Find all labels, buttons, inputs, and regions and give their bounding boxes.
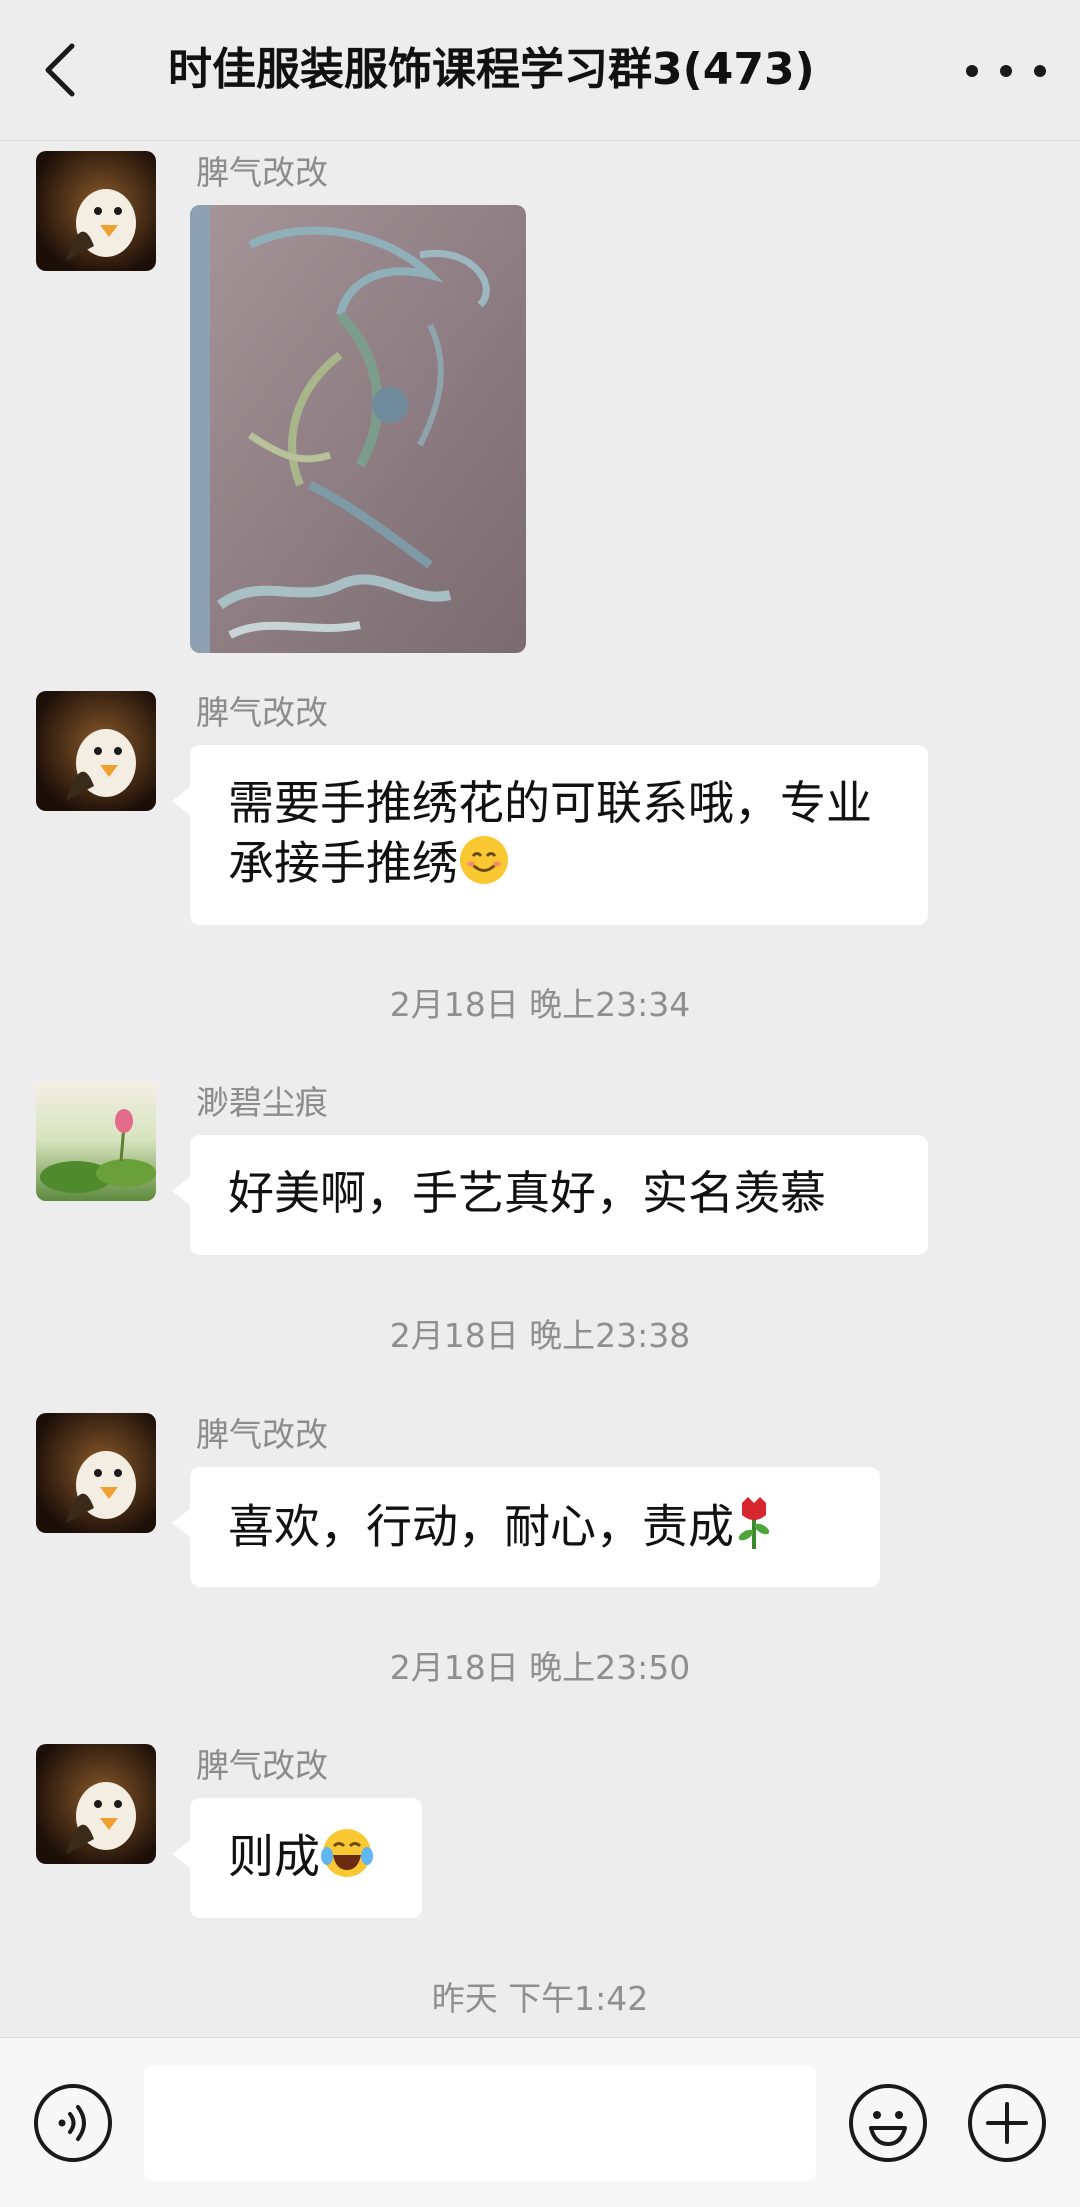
sender-name: 脾气改改 xyxy=(196,693,328,732)
smile-emoji-icon xyxy=(458,834,510,900)
sender-name: 脾气改改 xyxy=(196,1415,328,1454)
more-options-button[interactable] xyxy=(958,46,1054,96)
back-button[interactable] xyxy=(38,36,94,104)
sender-name: 脾气改改 xyxy=(196,1746,328,1785)
chevron-left-icon xyxy=(45,43,75,97)
message-text: 需要手推绣花的可联系哦，专业承接手推绣 xyxy=(228,776,872,890)
message-bubble[interactable]: 需要手推绣花的可联系哦，专业承接手推绣 xyxy=(172,745,928,925)
timestamp: 2月18日 晚上23:50 xyxy=(389,1648,691,1687)
smiley-face-icon xyxy=(849,2084,927,2162)
chat-title: 时佳服装服饰课程学习群3(473) xyxy=(168,44,815,95)
avatar-piqi[interactable] xyxy=(36,1744,156,1864)
embroidery-image-message[interactable] xyxy=(190,205,526,653)
rose-emoji-icon xyxy=(734,1495,774,1565)
more-functions-button[interactable] xyxy=(966,2082,1048,2164)
tears-of-joy-emoji-icon xyxy=(320,1826,374,1894)
top-bar: 时佳服装服饰课程学习群3(473) xyxy=(0,0,1080,141)
emoji-button[interactable] xyxy=(847,2082,929,2164)
message-text: 则成 xyxy=(228,1829,320,1884)
avatar-piqi[interactable] xyxy=(36,1413,156,1533)
timestamp: 昨天 下午1:42 xyxy=(431,1979,649,2018)
input-bar xyxy=(0,2037,1080,2207)
message-input[interactable] xyxy=(144,2065,816,2181)
sender-name: 脾气改改 xyxy=(196,153,328,192)
avatar-piqi[interactable] xyxy=(36,691,156,811)
message-text: 好美啊，手艺真好，实名羡慕 xyxy=(228,1166,826,1220)
plus-icon xyxy=(968,2084,1046,2162)
timestamp: 2月18日 晚上23:38 xyxy=(389,1316,691,1355)
chat-area[interactable]: 脾气改改 脾气改改 需要手推绣花的可联系哦，专业承接手推绣 2月18日 晚上23… xyxy=(0,141,1080,2037)
message-text: 喜欢，行动，耐心，责成 xyxy=(228,1499,734,1554)
avatar-miaobi[interactable] xyxy=(36,1081,156,1201)
message-bubble[interactable]: 喜欢，行动，耐心，责成 xyxy=(172,1467,880,1587)
avatar-piqi[interactable] xyxy=(36,151,156,271)
voice-icon xyxy=(34,2084,112,2162)
message-bubble[interactable]: 好美啊，手艺真好，实名羡慕 xyxy=(172,1135,928,1255)
timestamp: 2月18日 晚上23:34 xyxy=(389,985,691,1024)
more-dots-icon xyxy=(966,65,1046,77)
message-bubble[interactable]: 则成 xyxy=(172,1798,422,1918)
sender-name: 渺碧尘痕 xyxy=(196,1083,328,1122)
voice-input-button[interactable] xyxy=(32,2082,114,2164)
